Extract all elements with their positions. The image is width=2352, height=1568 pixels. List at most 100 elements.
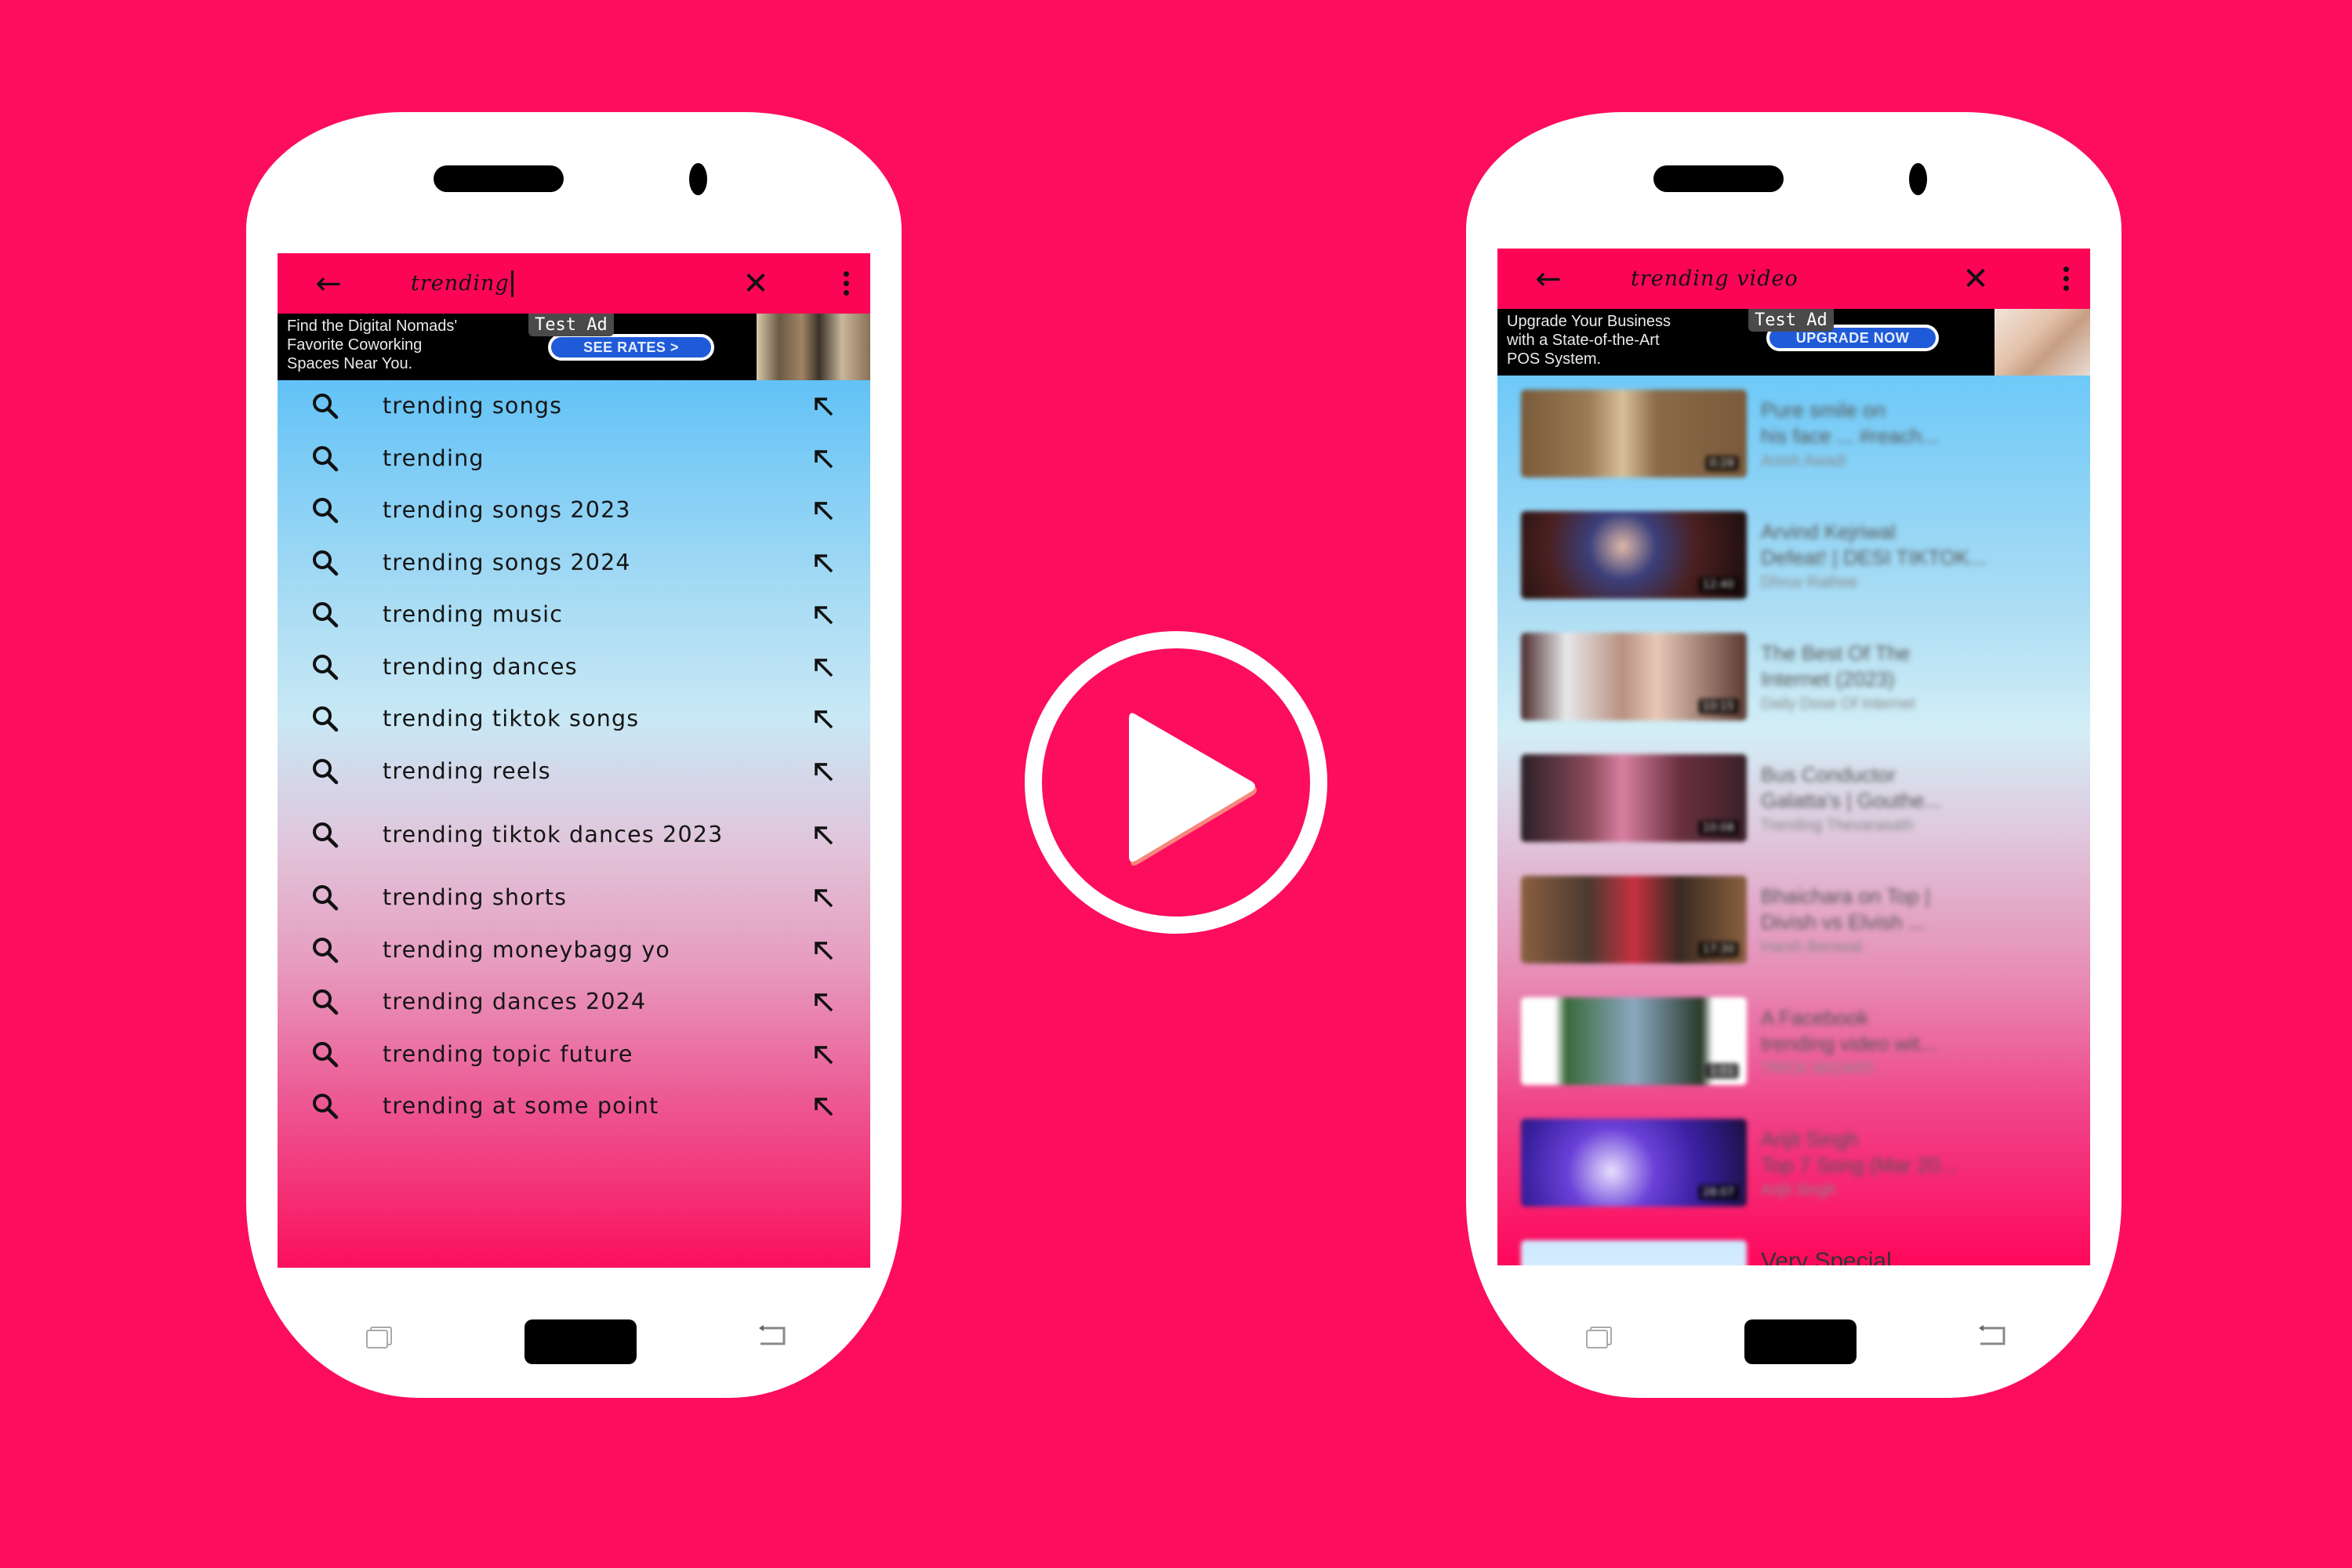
video-result-item[interactable]: 28:07 Arijit Singh Top 7 Song (Mar 20... Ar… [1497, 1119, 2090, 1240]
video-thumbnail[interactable]: 10:08 [1521, 754, 1747, 842]
video-duration: 0:28 [1704, 456, 1739, 471]
video-result-item[interactable]: Very Special [1497, 1240, 2090, 1265]
suggestion-item[interactable]: trending dances [278, 641, 870, 694]
left-phone: ← trending ✕ Find the Digital Nomads' Fa… [246, 112, 902, 1398]
suggestion-item[interactable]: trending shorts [278, 872, 870, 924]
ad-text-line: Find the Digital Nomads' [287, 318, 458, 335]
ad-text-line: Upgrade Your Business [1507, 313, 1671, 330]
arrow-left-icon[interactable]: ← [309, 253, 348, 314]
suggestion-item[interactable]: trending reels [278, 746, 870, 798]
video-thumbnail[interactable]: 1:01 [1521, 997, 1747, 1085]
arrow-up-left-icon[interactable] [811, 446, 836, 471]
video-result-item[interactable]: 0:28 Pure smile on his face ... #reach... A… [1497, 390, 2090, 511]
back-icon[interactable] [1977, 1323, 2007, 1347]
suggestion-label: trending at some point [383, 1093, 659, 1120]
video-title-line-2: Top 7 Song (Mar 20... [1761, 1153, 1958, 1177]
suggestion-label: trending [383, 445, 485, 471]
video-title-line-2: Internet (2023) [1761, 667, 1895, 691]
close-icon[interactable]: ✕ [736, 253, 775, 314]
video-thumbnail[interactable]: 17:30 [1521, 876, 1747, 964]
video-title: Bhaichara on Top | [1761, 884, 1930, 908]
video-result-item[interactable]: 10:15 The Best Of The Internet (2023) Daily… [1497, 633, 2090, 754]
suggestion-item[interactable]: trending songs [278, 380, 870, 433]
search-query-text: trending [411, 271, 510, 296]
video-title: The Best Of The [1761, 641, 1911, 665]
suggestion-item[interactable]: trending songs 2024 [278, 537, 870, 590]
right-phone: ← trending video ✕ Upgrade Your Business… [1466, 112, 2122, 1398]
recent-apps-icon[interactable] [365, 1326, 394, 1349]
arrow-up-left-icon[interactable] [811, 394, 836, 419]
search-icon [313, 937, 339, 963]
video-title-line-2: trending video wit... [1761, 1032, 1937, 1055]
ad-banner[interactable]: Upgrade Your Business with a State-of-th… [1497, 309, 2090, 376]
suggestion-item[interactable]: trending dances 2024 [278, 976, 870, 1029]
search-icon [313, 1041, 339, 1067]
home-button[interactable] [524, 1319, 637, 1364]
suggestion-label: trending songs 2023 [383, 497, 631, 524]
video-thumbnail[interactable]: 12:40 [1521, 511, 1747, 599]
ad-cta-button[interactable]: SEE RATES > [548, 334, 714, 361]
video-meta: Pure smile on his face ... #reach... Anish… [1761, 397, 2074, 473]
video-result-item[interactable]: 12:40 Arvind Kejriwal Defeat! | DESI TIKTO… [1497, 511, 2090, 633]
suggestion-label: trending tiktok dances 2023 [383, 821, 724, 848]
suggestion-item[interactable]: trending songs 2023 [278, 485, 870, 537]
suggestion-item[interactable]: trending topic future [278, 1029, 870, 1081]
suggestion-label: trending music [383, 601, 564, 628]
search-icon [313, 822, 339, 848]
suggestion-label: trending topic future [383, 1040, 633, 1067]
search-toolbar: ← trending video ✕ [1497, 249, 2090, 309]
arrow-left-icon[interactable]: ← [1529, 249, 1568, 309]
video-result-item[interactable]: 10:08 Bus Conductor Galatta's | Gouthe... T… [1497, 754, 2090, 876]
video-duration: 12:40 [1697, 577, 1739, 593]
arrow-up-left-icon[interactable] [811, 822, 836, 848]
video-thumbnail[interactable]: 28:07 [1521, 1119, 1747, 1207]
video-duration: 1:01 [1704, 1063, 1739, 1079]
suggestion-item[interactable]: trending moneybagg yo [278, 924, 870, 977]
search-icon [313, 758, 339, 784]
video-result-item[interactable]: 17:30 Bhaichara on Top | Divish vs Elvish … [1497, 876, 2090, 997]
ad-text-line: Spaces Near You. [287, 355, 413, 372]
arrow-up-left-icon[interactable] [811, 602, 836, 627]
arrow-up-left-icon[interactable] [811, 1094, 836, 1119]
back-icon[interactable] [757, 1323, 787, 1347]
more-vert-icon[interactable] [2058, 249, 2074, 309]
arrow-up-left-icon[interactable] [811, 655, 836, 680]
video-channel: Trending Thevarasath [1761, 817, 1914, 834]
search-icon [313, 989, 339, 1015]
video-title-line-2: Defeat! | DESI TIKTOK... [1761, 546, 1987, 569]
arrow-up-left-icon[interactable] [811, 550, 836, 575]
video-result-item[interactable]: 1:01 A Facebook trending video wit... TRICK… [1497, 997, 2090, 1119]
search-results-screen: ← trending video ✕ Upgrade Your Business… [1497, 249, 2090, 1265]
suggestion-item[interactable]: trending at some point [278, 1080, 870, 1133]
more-vert-icon[interactable] [838, 253, 854, 314]
ad-image [1994, 309, 2090, 376]
video-thumbnail[interactable] [1521, 1240, 1747, 1265]
search-input[interactable]: trending [411, 253, 514, 314]
ad-banner[interactable]: Find the Digital Nomads' Favorite Cowork… [278, 314, 870, 380]
search-icon [313, 498, 339, 524]
recent-apps-icon[interactable] [1585, 1326, 1613, 1349]
arrow-up-left-icon[interactable] [811, 885, 836, 910]
suggestion-item[interactable]: trending tiktok dances 2023 [278, 797, 870, 872]
suggestion-label: trending tiktok songs [383, 706, 640, 732]
suggestion-item[interactable]: trending music [278, 589, 870, 641]
video-thumbnail[interactable]: 0:28 [1521, 390, 1747, 477]
arrow-up-left-icon[interactable] [811, 759, 836, 784]
home-button[interactable] [1744, 1319, 1857, 1364]
arrow-up-left-icon[interactable] [811, 498, 836, 523]
ad-text: Find the Digital Nomads' Favorite Cowork… [287, 317, 457, 373]
search-input[interactable]: trending video [1631, 249, 1798, 309]
video-meta: A Facebook trending video wit... TRICK WIZ… [1761, 1005, 2074, 1080]
arrow-up-left-icon[interactable] [811, 989, 836, 1014]
close-icon[interactable]: ✕ [1956, 249, 1995, 309]
suggestion-item[interactable]: trending tiktok songs [278, 693, 870, 746]
arrow-up-left-icon[interactable] [811, 938, 836, 963]
suggestion-label: trending songs 2024 [383, 549, 631, 575]
ad-image [757, 314, 870, 380]
suggestion-label: trending reels [383, 757, 551, 784]
video-thumbnail[interactable]: 10:15 [1521, 633, 1747, 720]
arrow-up-left-icon[interactable] [811, 706, 836, 731]
suggestion-item[interactable]: trending [278, 433, 870, 485]
video-channel: Dhruv Rathee [1761, 574, 1858, 591]
arrow-up-left-icon[interactable] [811, 1042, 836, 1067]
